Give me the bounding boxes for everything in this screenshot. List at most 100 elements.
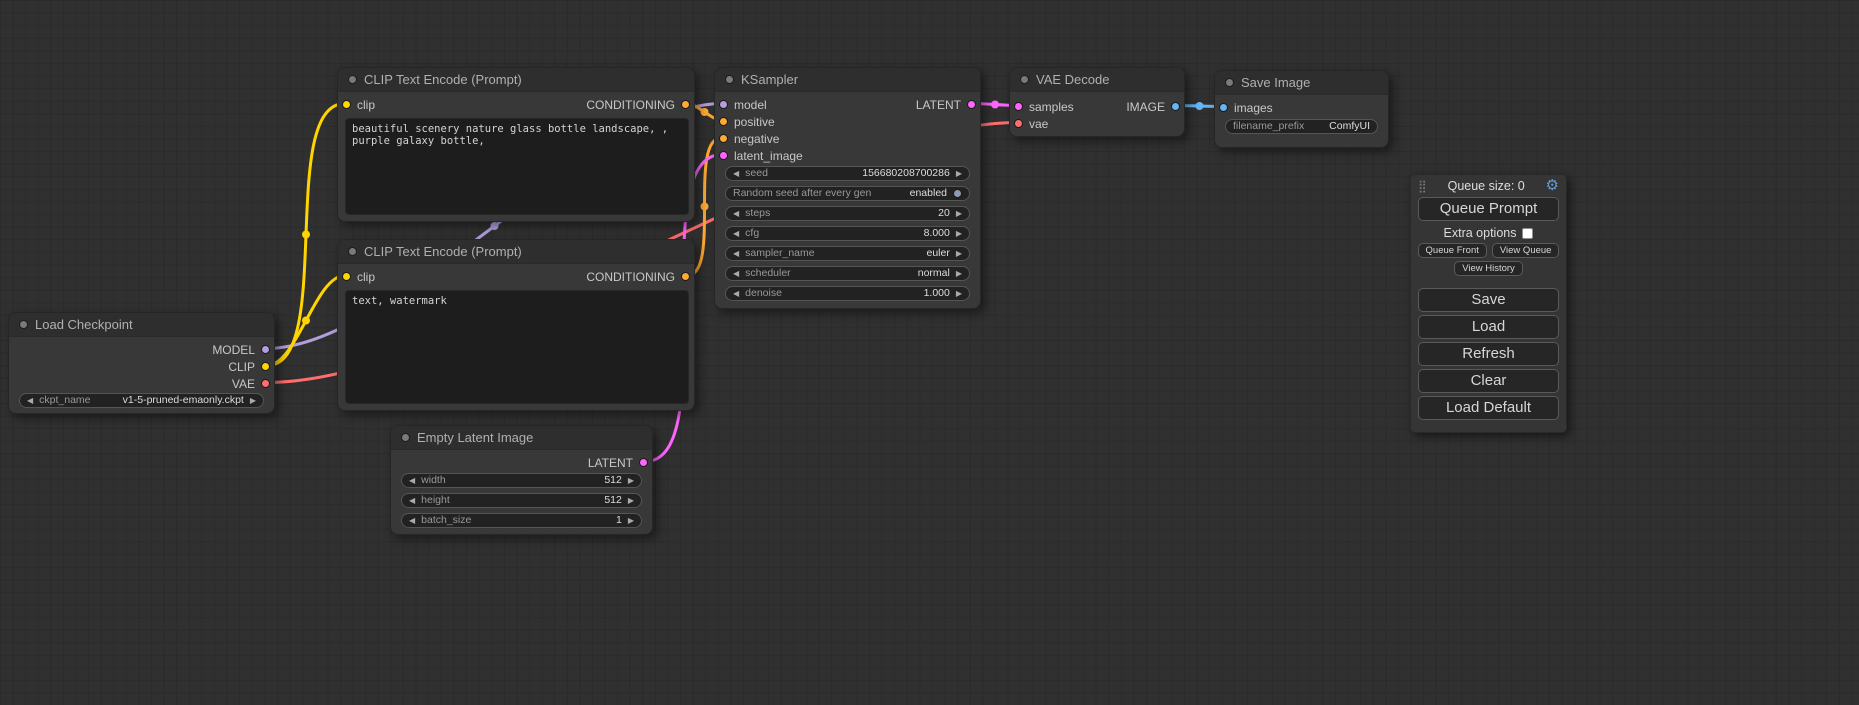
increment-icon[interactable]: ▶ [956, 207, 962, 220]
widget-steps[interactable]: ◀ steps 20 ▶ [725, 206, 970, 221]
node-save-image[interactable]: Save Image images filename_prefix ComfyU… [1214, 70, 1389, 148]
drag-handle-icon[interactable]: ⣿ [1418, 179, 1427, 193]
queue-front-button[interactable]: Queue Front [1418, 243, 1487, 258]
input-slot-images[interactable]: images [1215, 99, 1273, 116]
next-value-icon[interactable]: ▶ [956, 247, 962, 260]
prev-value-icon[interactable]: ◀ [733, 247, 739, 260]
output-slot-image[interactable]: IMAGE [1126, 98, 1184, 115]
input-dot-model-icon[interactable] [719, 100, 728, 109]
collapse-dot-icon[interactable] [725, 75, 734, 84]
node-clip-text-encode-negative[interactable]: CLIP Text Encode (Prompt) clip CONDITION… [337, 239, 695, 411]
widget-height[interactable]: ◀ height 512 ▶ [401, 493, 642, 508]
refresh-button[interactable]: Refresh [1418, 342, 1559, 366]
node-graph-canvas[interactable]: Load Checkpoint MODEL CLIP VAE ◀ ckpt_na… [0, 0, 1859, 705]
output-slot-model[interactable]: MODEL [212, 341, 274, 358]
collapse-dot-icon[interactable] [401, 433, 410, 442]
node-title-bar[interactable]: VAE Decode [1010, 68, 1184, 92]
increment-icon[interactable]: ▶ [628, 474, 634, 487]
next-value-icon[interactable]: ▶ [250, 394, 256, 407]
node-title-bar[interactable]: CLIP Text Encode (Prompt) [338, 240, 694, 264]
input-slot-clip[interactable]: clip [338, 96, 375, 113]
increment-icon[interactable]: ▶ [956, 167, 962, 180]
widget-width[interactable]: ◀ width 512 ▶ [401, 473, 642, 488]
widget-batch-size[interactable]: ◀ batch_size 1 ▶ [401, 513, 642, 528]
widget-filename-prefix[interactable]: filename_prefix ComfyUI [1225, 119, 1378, 134]
node-ksampler[interactable]: KSampler model LATENT positive negative [714, 67, 981, 309]
widget-sampler-name[interactable]: ◀ sampler_name euler ▶ [725, 246, 970, 261]
widget-scheduler[interactable]: ◀ scheduler normal ▶ [725, 266, 970, 281]
prev-value-icon[interactable]: ◀ [733, 267, 739, 280]
negative-prompt-textarea[interactable]: text, watermark [345, 290, 689, 404]
input-slot-positive[interactable]: positive [715, 113, 775, 130]
output-slot-conditioning[interactable]: CONDITIONING [586, 268, 694, 285]
output-slot-latent[interactable]: LATENT [588, 454, 652, 471]
widget-seed[interactable]: ◀ seed 156680208700286 ▶ [725, 166, 970, 181]
widget-ckpt-name[interactable]: ◀ ckpt_name v1-5-pruned-emaonly.ckpt ▶ [19, 393, 264, 408]
decrement-icon[interactable]: ◀ [733, 227, 739, 240]
output-dot-conditioning-icon[interactable] [681, 272, 690, 281]
node-empty-latent-image[interactable]: Empty Latent Image LATENT ◀ width 512 ▶ … [390, 425, 653, 535]
collapse-dot-icon[interactable] [348, 247, 357, 256]
settings-gear-icon[interactable]: ⚙ [1546, 179, 1559, 193]
input-dot-negative-icon[interactable] [719, 134, 728, 143]
input-slot-model[interactable]: model [715, 96, 767, 113]
increment-icon[interactable]: ▶ [956, 227, 962, 240]
output-dot-image-icon[interactable] [1171, 102, 1180, 111]
load-button[interactable]: Load [1418, 315, 1559, 339]
input-dot-clip-icon[interactable] [342, 272, 351, 281]
decrement-icon[interactable]: ◀ [409, 494, 415, 507]
input-slot-clip[interactable]: clip [338, 268, 375, 285]
input-slot-negative[interactable]: negative [715, 130, 779, 147]
widget-random-seed-toggle[interactable]: Random seed after every gen enabled [725, 186, 970, 201]
output-slot-vae[interactable]: VAE [232, 375, 274, 392]
output-dot-latent-icon[interactable] [967, 100, 976, 109]
node-title-bar[interactable]: CLIP Text Encode (Prompt) [338, 68, 694, 92]
node-title-bar[interactable]: Save Image [1215, 71, 1388, 95]
save-button[interactable]: Save [1418, 288, 1559, 312]
node-vae-decode[interactable]: VAE Decode samples IMAGE vae [1009, 67, 1185, 137]
next-value-icon[interactable]: ▶ [956, 267, 962, 280]
collapse-dot-icon[interactable] [19, 320, 28, 329]
output-dot-conditioning-icon[interactable] [681, 100, 690, 109]
collapse-dot-icon[interactable] [348, 75, 357, 84]
clear-button[interactable]: Clear [1418, 369, 1559, 393]
positive-prompt-textarea[interactable]: beautiful scenery nature glass bottle la… [345, 118, 689, 215]
node-title-bar[interactable]: Empty Latent Image [391, 426, 652, 450]
output-dot-latent-icon[interactable] [639, 458, 648, 467]
input-slot-samples[interactable]: samples [1010, 98, 1074, 115]
collapse-dot-icon[interactable] [1225, 78, 1234, 87]
queue-prompt-button[interactable]: Queue Prompt [1418, 197, 1559, 221]
node-title-bar[interactable]: KSampler [715, 68, 980, 92]
output-slot-clip[interactable]: CLIP [228, 358, 274, 375]
toggle-dot-icon[interactable] [953, 189, 962, 198]
input-dot-images-icon[interactable] [1219, 103, 1228, 112]
node-load-checkpoint[interactable]: Load Checkpoint MODEL CLIP VAE ◀ ckpt_na… [8, 312, 275, 414]
view-history-button[interactable]: View History [1454, 261, 1523, 276]
node-clip-text-encode-positive[interactable]: CLIP Text Encode (Prompt) clip CONDITION… [337, 67, 695, 222]
prev-value-icon[interactable]: ◀ [27, 394, 33, 407]
input-dot-samples-icon[interactable] [1014, 102, 1023, 111]
widget-denoise[interactable]: ◀ denoise 1.000 ▶ [725, 286, 970, 301]
output-dot-model-icon[interactable] [261, 345, 270, 354]
input-dot-vae-icon[interactable] [1014, 119, 1023, 128]
decrement-icon[interactable]: ◀ [733, 207, 739, 220]
increment-icon[interactable]: ▶ [628, 514, 634, 527]
decrement-icon[interactable]: ◀ [409, 514, 415, 527]
input-dot-clip-icon[interactable] [342, 100, 351, 109]
increment-icon[interactable]: ▶ [956, 287, 962, 300]
collapse-dot-icon[interactable] [1020, 75, 1029, 84]
decrement-icon[interactable]: ◀ [733, 167, 739, 180]
output-dot-vae-icon[interactable] [261, 379, 270, 388]
output-slot-conditioning[interactable]: CONDITIONING [586, 96, 694, 113]
decrement-icon[interactable]: ◀ [733, 287, 739, 300]
widget-cfg[interactable]: ◀ cfg 8.000 ▶ [725, 226, 970, 241]
increment-icon[interactable]: ▶ [628, 494, 634, 507]
input-dot-latent-image-icon[interactable] [719, 151, 728, 160]
input-slot-vae[interactable]: vae [1010, 115, 1048, 132]
output-slot-latent[interactable]: LATENT [916, 96, 980, 113]
input-dot-positive-icon[interactable] [719, 117, 728, 126]
extra-options-checkbox[interactable] [1522, 228, 1533, 239]
output-dot-clip-icon[interactable] [261, 362, 270, 371]
input-slot-latent-image[interactable]: latent_image [715, 147, 803, 164]
node-title-bar[interactable]: Load Checkpoint [9, 313, 274, 337]
